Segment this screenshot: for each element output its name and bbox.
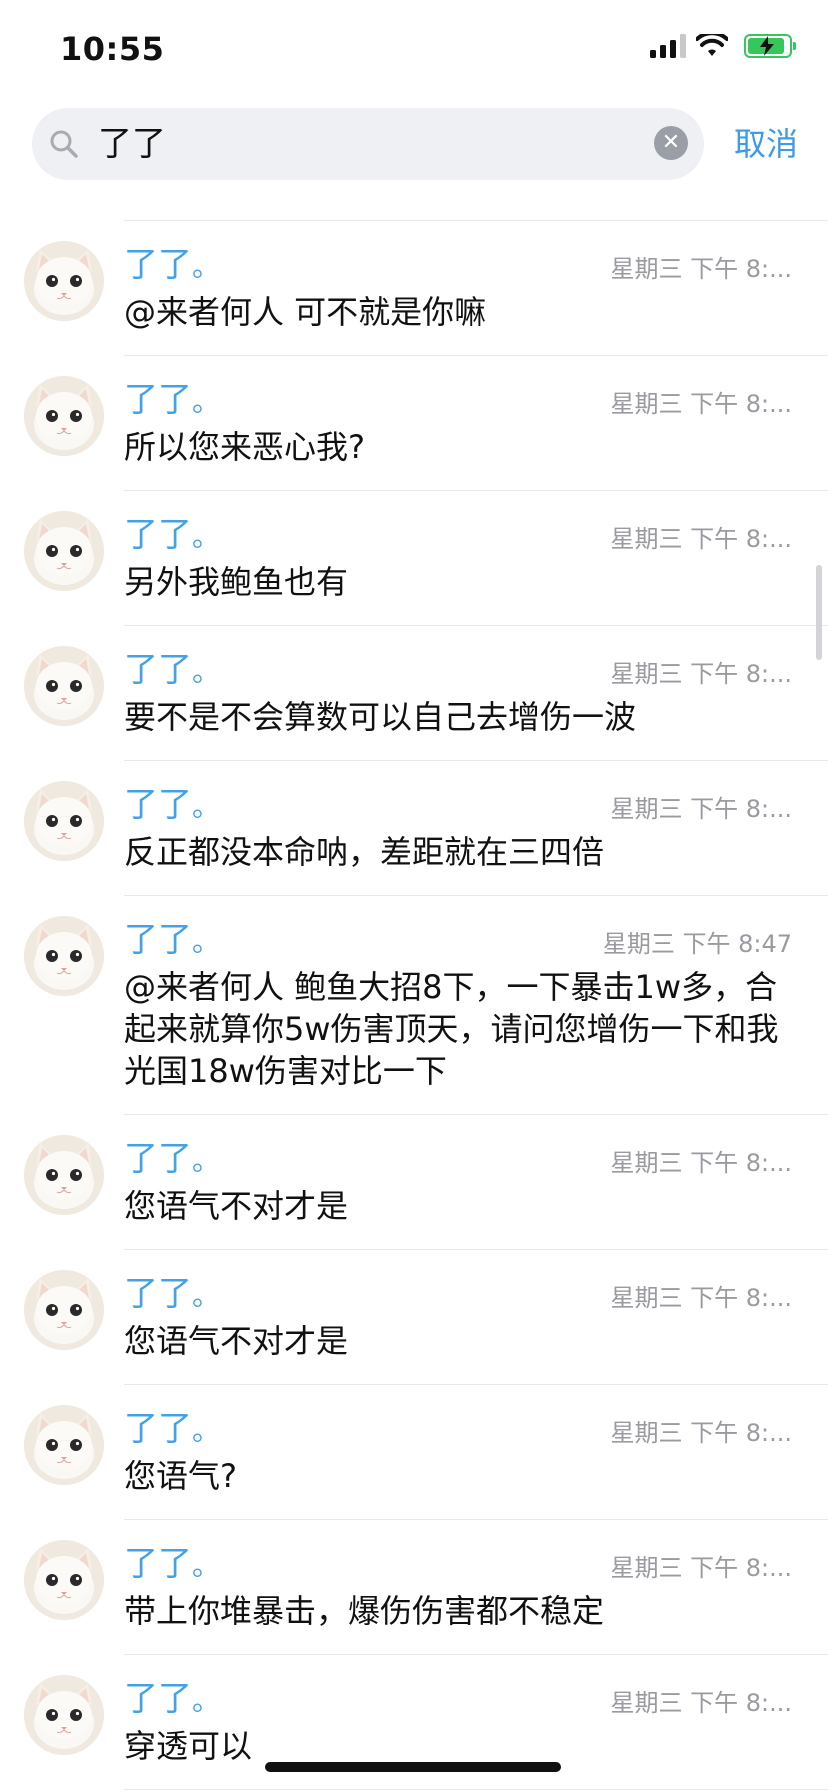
message-text: 穿透可以 — [124, 1727, 253, 1765]
sender-name: 了了 — [124, 245, 192, 285]
cat-avatar-icon — [24, 646, 104, 726]
avatar[interactable] — [24, 1540, 104, 1620]
sender-name: 了了 — [124, 650, 192, 690]
sender-name: 了了 — [124, 515, 192, 555]
list-item[interactable]: 了了。 星期三 下午 8:... 另外我鲍鱼也有 — [0, 491, 828, 626]
status-icons — [650, 34, 796, 58]
battery-icon — [744, 34, 796, 58]
search-input[interactable]: 了了 ✕ — [32, 108, 704, 180]
sender-name-suffix: 。 — [192, 1144, 221, 1177]
list-item[interactable]: 了了。 星期三 下午 8:... 反正都没本命呐，差距就在三四倍 — [0, 761, 828, 896]
avatar[interactable] — [24, 241, 104, 321]
sender-name-suffix: 。 — [192, 385, 221, 418]
message-time: 星期三 下午 8:... — [610, 1149, 793, 1177]
cat-avatar-icon — [24, 1405, 104, 1485]
sender-name-suffix: 。 — [192, 250, 221, 283]
avatar[interactable] — [24, 511, 104, 591]
cat-avatar-icon — [24, 1135, 104, 1215]
message-text: 您语气? — [124, 1457, 237, 1495]
divider — [124, 180, 828, 221]
cat-avatar-icon — [24, 511, 104, 591]
status-time: 10:55 — [60, 30, 165, 68]
message-time: 星期三 下午 8:... — [610, 1554, 793, 1582]
list-item[interactable]: 了了。 星期三 下午 8:... 要不是不会算数可以自己去增伤一波 — [0, 626, 828, 761]
cat-avatar-icon — [24, 1540, 104, 1620]
wifi-icon — [696, 34, 728, 56]
avatar[interactable] — [24, 1405, 104, 1485]
list-item[interactable]: 了了。 星期三 下午 8:... 所以您来恶心我? — [0, 356, 828, 491]
close-icon: ✕ — [661, 130, 681, 155]
search-results-list[interactable]: 了了。 星期三 下午 8:... @来者何人 可不就是你嘛 了了。 星期三 下午… — [0, 180, 828, 1790]
list-item[interactable]: 了了。 星期三 下午 8:... 您语气不对才是 — [0, 1250, 828, 1385]
message-time: 星期三 下午 8:... — [610, 660, 793, 688]
cat-avatar-icon — [24, 376, 104, 456]
message-time: 星期三 下午 8:... — [610, 525, 793, 553]
message-text: 另外我鲍鱼也有 — [124, 563, 349, 601]
message-text: 您语气不对才是 — [124, 1322, 349, 1360]
sender-name: 了了 — [124, 1679, 192, 1719]
list-item[interactable]: 了了。 星期三 下午 8:... @来者何人 可不就是你嘛 — [0, 221, 828, 356]
message-time: 星期三 下午 8:... — [610, 1689, 793, 1717]
cat-avatar-icon — [24, 916, 104, 996]
avatar[interactable] — [24, 916, 104, 996]
sender-name-suffix: 。 — [192, 1414, 221, 1447]
sender-name: 了了 — [124, 920, 192, 960]
avatar[interactable] — [24, 1135, 104, 1215]
cat-avatar-icon — [24, 241, 104, 321]
message-text: 您语气不对才是 — [124, 1187, 349, 1225]
avatar[interactable] — [24, 1675, 104, 1755]
message-time: 星期三 下午 8:... — [610, 795, 793, 823]
avatar[interactable] — [24, 1270, 104, 1350]
cat-avatar-icon — [24, 1270, 104, 1350]
message-time: 星期三 下午 8:... — [610, 255, 793, 283]
sender-name-suffix: 。 — [192, 520, 221, 553]
search-icon — [50, 130, 78, 158]
avatar[interactable] — [24, 376, 104, 456]
list-item[interactable]: 了了。 星期三 下午 8:... 您语气? — [0, 1385, 828, 1520]
message-text: 反正都没本命呐，差距就在三四倍 — [124, 833, 605, 871]
message-time: 星期三 下午 8:... — [610, 1284, 793, 1312]
status-bar: 10:55 — [0, 0, 828, 100]
cancel-button[interactable]: 取消 — [734, 108, 798, 180]
list-item[interactable]: 了了。 星期三 下午 8:... 带上你堆暴击，爆伤伤害都不稳定 — [0, 1520, 828, 1655]
search-row: 了了 ✕ 取消 — [0, 108, 828, 180]
message-time: 星期三 下午 8:... — [610, 1419, 793, 1447]
message-time: 星期三 下午 8:... — [610, 390, 793, 418]
sender-name-suffix: 。 — [192, 1279, 221, 1312]
message-text: 所以您来恶心我? — [124, 428, 365, 466]
divider — [124, 1789, 828, 1790]
sender-name-suffix: 。 — [192, 1684, 221, 1717]
sender-name-suffix: 。 — [192, 655, 221, 688]
cat-avatar-icon — [24, 781, 104, 861]
sender-name: 了了 — [124, 1544, 192, 1584]
message-text: 带上你堆暴击，爆伤伤害都不稳定 — [124, 1592, 605, 1630]
scrollbar[interactable] — [816, 565, 822, 660]
home-indicator[interactable] — [265, 1762, 561, 1772]
avatar[interactable] — [24, 781, 104, 861]
sender-name: 了了 — [124, 380, 192, 420]
search-query[interactable]: 了了 — [98, 108, 166, 180]
cellular-signal-icon — [650, 34, 686, 58]
sender-name-suffix: 。 — [192, 925, 221, 958]
clear-search-button[interactable]: ✕ — [654, 126, 688, 160]
sender-name-suffix: 。 — [192, 790, 221, 823]
sender-name-suffix: 。 — [192, 1549, 221, 1582]
sender-name: 了了 — [124, 1274, 192, 1314]
cat-avatar-icon — [24, 1675, 104, 1755]
message-text: 要不是不会算数可以自己去增伤一波 — [124, 698, 637, 736]
message-text: @来者何人 可不就是你嘛 — [124, 293, 487, 331]
sender-name: 了了 — [124, 1409, 192, 1449]
sender-name: 了了 — [124, 785, 192, 825]
list-item[interactable]: 了了。 星期三 下午 8:... 您语气不对才是 — [0, 1115, 828, 1250]
sender-name: 了了 — [124, 1139, 192, 1179]
avatar[interactable] — [24, 646, 104, 726]
message-text: @来者何人 鲍鱼大招8下，一下暴击1w多，合起来就算你5w伤害顶天，请问您增伤一… — [124, 968, 779, 1090]
list-item[interactable]: 了了。 星期三 下午 8:47 @来者何人 鲍鱼大招8下，一下暴击1w多，合起来… — [0, 896, 828, 1115]
message-time: 星期三 下午 8:47 — [602, 930, 792, 958]
